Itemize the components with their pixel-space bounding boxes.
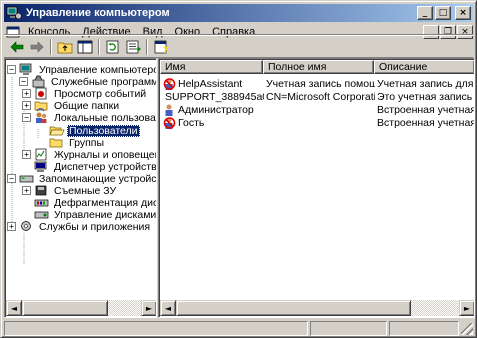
tree-horizontal-scrollbar[interactable]: ◄ ►: [6, 300, 156, 316]
tree-node-label[interactable]: Группы: [67, 137, 106, 149]
tree-node-label[interactable]: Общие папки: [52, 100, 121, 112]
column-name[interactable]: Имя: [160, 60, 263, 74]
collapse-icon[interactable]: −: [7, 174, 16, 183]
disabled-user-icon: [163, 77, 176, 90]
tree-node-label[interactable]: Дефрагментация диска: [52, 197, 156, 209]
column-full-name[interactable]: Полное имя: [263, 60, 374, 74]
services-icon: [21, 221, 31, 231]
expand-icon[interactable]: +: [7, 222, 16, 231]
refresh-button[interactable]: [103, 38, 123, 56]
scroll-left-arrow[interactable]: ◄: [160, 300, 176, 316]
tree-node-label[interactable]: Управление дисками: [52, 209, 156, 221]
forward-button[interactable]: [27, 38, 47, 56]
user-name: SUPPORT_388945a0: [165, 90, 264, 103]
user-name: HelpAssistant: [178, 77, 243, 90]
tree-node-label[interactable]: Запоминающие устройства: [37, 173, 156, 185]
title-bar[interactable]: Управление компьютером _ □ ×: [4, 4, 473, 22]
tree-node-label[interactable]: Журналы и оповещения пр: [52, 149, 156, 161]
forward-arrow-icon: [30, 41, 44, 53]
user-row[interactable]: Гость Встроенная учетная зап: [161, 116, 475, 129]
up-one-level-button[interactable]: [55, 38, 75, 56]
status-panel-2: [309, 321, 388, 336]
tree-node-label[interactable]: Просмотр событий: [52, 88, 148, 100]
tree-node-label[interactable]: Диспетчер устройств: [52, 161, 156, 173]
user-row[interactable]: HelpAssistant Учетная запись помощн...Уче…: [161, 77, 474, 90]
status-panel-3: [389, 321, 460, 336]
tree-node-label[interactable]: Локальные пользователи и: [52, 112, 156, 124]
user-description: Учетная запись для пред: [377, 77, 474, 90]
expand-icon[interactable]: +: [22, 89, 31, 98]
scroll-thumb[interactable]: [22, 300, 108, 316]
window-title: Управление компьютером: [26, 7, 170, 19]
user-row[interactable]: Администратор Встроенная учетная зап: [161, 103, 475, 116]
scroll-track[interactable]: [108, 300, 141, 316]
user-full-name: CN=Microsoft Corporation...: [266, 90, 375, 103]
maximize-button[interactable]: □: [435, 6, 451, 20]
user-icon: [165, 104, 173, 116]
collapse-icon[interactable]: −: [22, 113, 31, 122]
tree-node[interactable]: + Службы и приложения: [7, 220, 152, 233]
collapse-icon[interactable]: −: [7, 65, 16, 74]
list-horizontal-scrollbar[interactable]: ◄ ►: [160, 300, 474, 316]
scroll-track[interactable]: [411, 300, 459, 316]
status-bar: [4, 321, 474, 336]
user-description: Это учетная запись пост: [377, 90, 474, 103]
toolbar-separator: [50, 39, 52, 55]
help-icon: ?: [154, 40, 168, 54]
expand-icon[interactable]: +: [22, 150, 31, 159]
user-full-name: Учетная запись помощн...: [266, 77, 375, 90]
console-tree-pane[interactable]: −Управление компьютером (локаль−Служебны…: [4, 58, 157, 318]
toolbar-separator: [98, 39, 100, 55]
minimize-button[interactable]: _: [417, 6, 433, 20]
toolbar: ?: [4, 36, 473, 58]
user-description: Встроенная учетная зап: [377, 103, 475, 116]
tree-node-label[interactable]: Съемные ЗУ: [52, 185, 118, 197]
refresh-icon: [106, 40, 119, 54]
back-arrow-icon: [10, 41, 24, 53]
user-name: Гость: [178, 116, 205, 129]
scroll-right-arrow[interactable]: ►: [459, 300, 474, 316]
user-row[interactable]: SUPPORT_388945a0CN=Microsoft Corporation…: [161, 90, 474, 103]
tree-node-label[interactable]: Пользователи: [67, 124, 140, 137]
scroll-left-arrow[interactable]: ◄: [6, 300, 22, 316]
expand-icon[interactable]: +: [22, 101, 31, 110]
up-folder-icon: [57, 42, 73, 54]
user-name: Администратор: [178, 103, 254, 116]
expand-icon[interactable]: +: [22, 186, 31, 195]
collapse-icon[interactable]: −: [19, 77, 28, 86]
users-group-icon: [36, 112, 47, 123]
scroll-thumb[interactable]: [176, 300, 411, 316]
user-description: Встроенная учетная зап: [377, 116, 475, 129]
show-hide-tree-button[interactable]: [75, 38, 95, 56]
toolbar-separator: [146, 39, 148, 55]
export-list-button[interactable]: [123, 38, 143, 56]
export-list-icon: [126, 40, 141, 54]
computer-management-icon: [6, 6, 22, 20]
resize-grip[interactable]: [461, 323, 474, 335]
scroll-right-arrow[interactable]: ►: [141, 300, 156, 316]
tree-node[interactable]: − Локальные пользователи и: [22, 111, 156, 124]
tree-node-label[interactable]: Служебные программы: [49, 76, 156, 88]
details-pane[interactable]: Имя Полное имя Описание HelpAssistant Уче…: [158, 58, 475, 318]
help-button[interactable]: ?: [151, 38, 171, 56]
disabled-user-icon: [163, 116, 176, 129]
column-header: Имя Полное имя Описание: [160, 60, 474, 74]
svg-text:?: ?: [163, 46, 168, 54]
tree-node-label[interactable]: Службы и приложения: [37, 221, 152, 233]
console-tree-icon: [77, 40, 93, 54]
status-panel-main: [4, 321, 308, 336]
tree-node-label[interactable]: Управление компьютером (локаль: [37, 64, 156, 76]
back-button[interactable]: [7, 38, 27, 56]
close-button[interactable]: ×: [455, 6, 471, 20]
computer-management-window: Управление компьютером _ □ × Консоль Дей…: [0, 0, 477, 338]
column-description[interactable]: Описание: [374, 60, 474, 74]
